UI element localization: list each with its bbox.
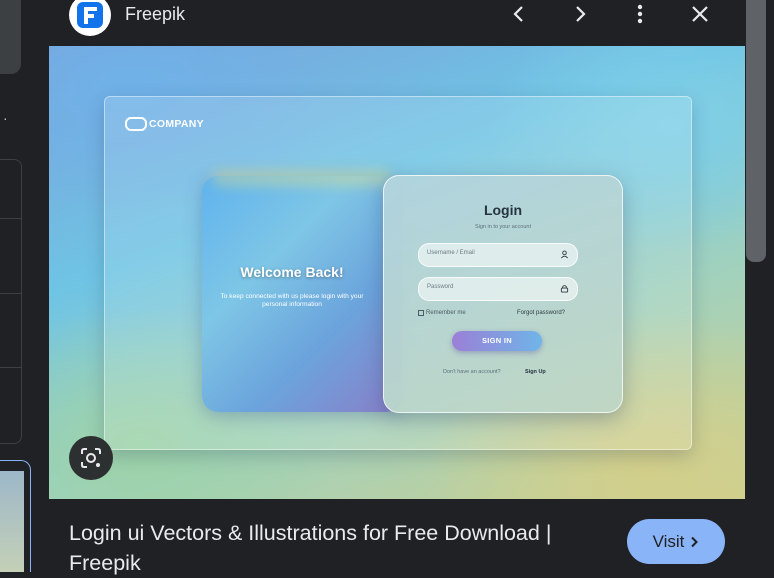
close-button[interactable] [682, 0, 718, 28]
preview-image[interactable]: COMPANY Welcome Back! To keep connected … [49, 46, 745, 499]
chevron-right-icon [576, 6, 586, 22]
more-options-button[interactable] [622, 0, 658, 28]
username-placeholder: Username / Email [427, 250, 475, 256]
mockup-card: COMPANY Welcome Back! To keep connected … [104, 96, 692, 450]
google-lens-icon [81, 448, 101, 468]
result-card-partial[interactable] [0, 0, 21, 74]
results-grid-strip: · [0, 0, 49, 572]
no-account-text: Don't have an account? [443, 369, 501, 375]
previous-button[interactable] [501, 0, 537, 28]
site-name[interactable]: Freepik [125, 4, 185, 25]
company-logo-icon [125, 117, 147, 131]
more-vert-icon [637, 4, 643, 24]
divider [0, 367, 21, 368]
lock-icon [560, 285, 569, 293]
site-favicon[interactable] [69, 0, 111, 36]
welcome-title: Welcome Back! [240, 264, 344, 280]
freepik-logo-icon [77, 2, 103, 28]
chevron-right-icon [691, 536, 699, 547]
user-icon [561, 250, 568, 259]
remember-me: Remember me [418, 310, 466, 316]
password-field: Password [418, 277, 578, 301]
chevron-left-icon [513, 6, 523, 22]
login-panel: Login Sign in to your account Username /… [383, 175, 623, 413]
company-name: COMPANY [149, 118, 204, 130]
forgot-password-link: Forgot password? [517, 310, 566, 316]
visit-label: Visit [652, 531, 685, 551]
welcome-subtitle: To keep connected with us please login w… [220, 293, 364, 308]
password-placeholder: Password [427, 284, 454, 290]
username-field: Username / Email [418, 243, 578, 267]
result-title[interactable]: Login ui Vectors & Illustrations for Fre… [69, 518, 629, 578]
login-subtitle: Sign in to your account [475, 224, 531, 230]
selected-thumbnail[interactable] [0, 460, 31, 572]
preview-header: Freepik [49, 0, 745, 46]
welcome-panel: Welcome Back! To keep connected with us … [202, 176, 402, 412]
remember-me-label: Remember me [426, 310, 466, 316]
search-image-button[interactable] [69, 436, 113, 480]
divider [0, 293, 21, 294]
checkbox [418, 310, 424, 316]
sign-up-link: Sign Up [525, 369, 546, 375]
divider [0, 218, 21, 219]
thumbnail-image [0, 471, 24, 572]
close-icon [692, 6, 708, 22]
result-list-partial[interactable] [0, 159, 22, 444]
dot-divider: · [3, 110, 8, 126]
next-button[interactable] [562, 0, 598, 28]
sign-in-button: SIGN IN [452, 331, 542, 351]
company-logo: COMPANY [125, 117, 204, 131]
scrollbar-thumb[interactable] [746, 0, 766, 262]
visit-button[interactable]: Visit [627, 519, 725, 564]
login-title: Login [483, 202, 523, 218]
image-preview-panel: Freepik COMPANY Welcome Back! To keep co… [49, 0, 745, 575]
